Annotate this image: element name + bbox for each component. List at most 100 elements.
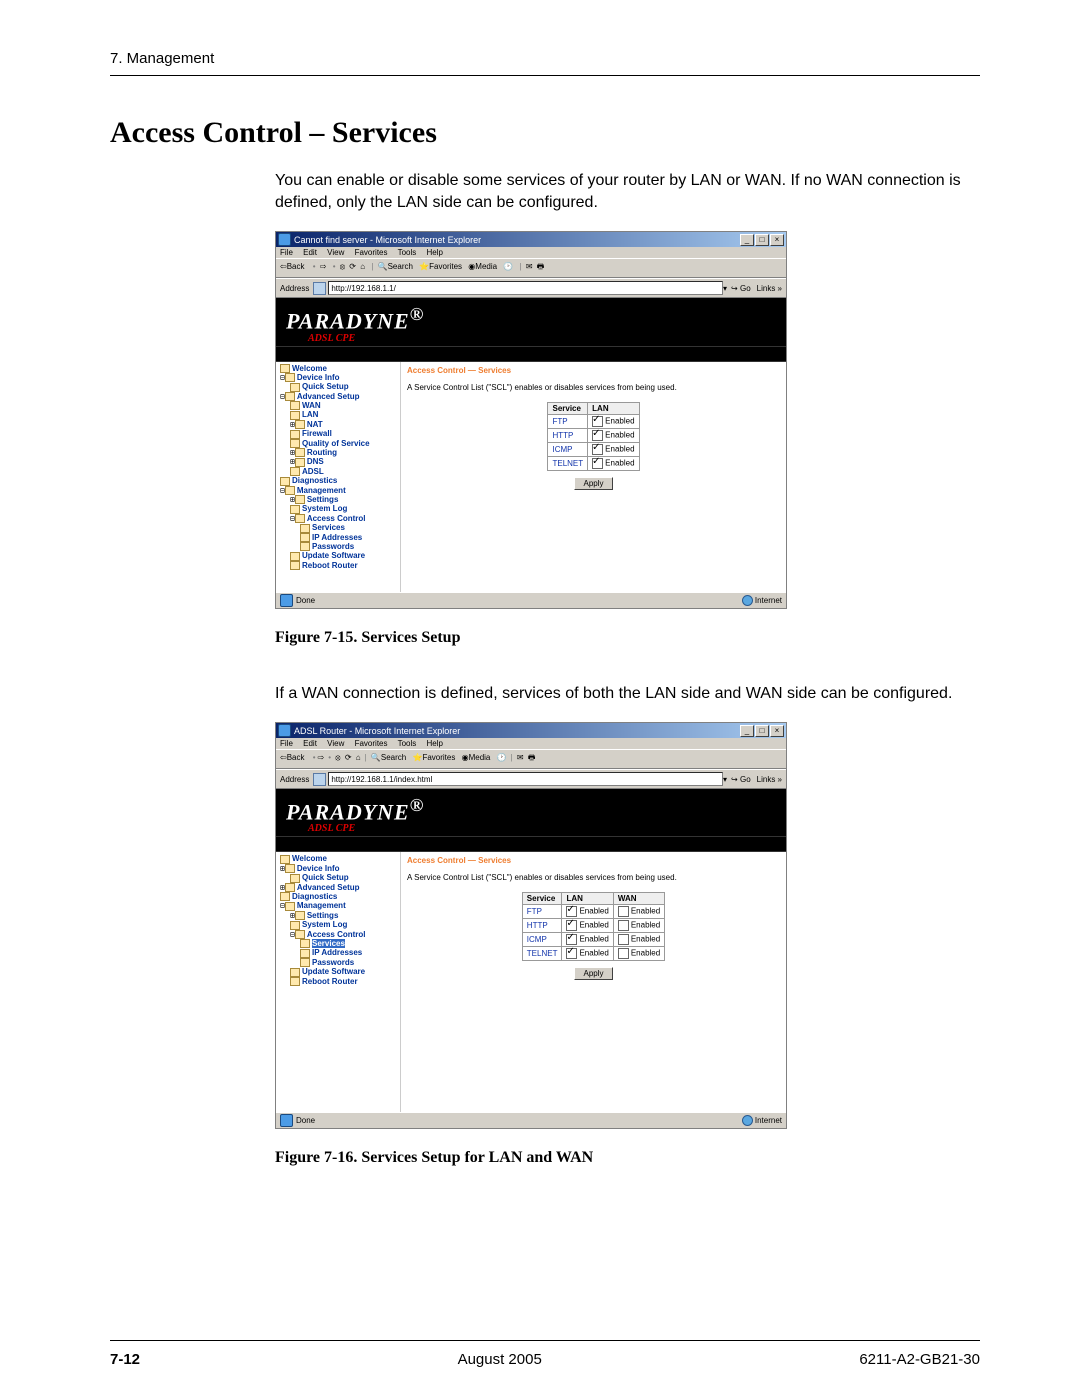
chk-telnet-lan[interactable] xyxy=(566,948,577,959)
nav-management[interactable]: Management xyxy=(297,486,346,495)
refresh-button[interactable]: ⟳ xyxy=(349,262,356,271)
media-button[interactable]: ◉Media xyxy=(462,753,493,762)
history-button[interactable]: 🕑 xyxy=(497,753,507,762)
nav-access-control[interactable]: Access Control xyxy=(307,930,366,939)
print-button[interactable]: 🖶 xyxy=(528,753,536,762)
chk-ftp-lan[interactable] xyxy=(592,416,603,427)
nav-management[interactable]: Management xyxy=(297,901,346,910)
chk-http-lan[interactable] xyxy=(592,430,603,441)
minimize-button[interactable]: _ xyxy=(740,725,754,737)
chk-http-wan[interactable] xyxy=(618,920,629,931)
menu-favorites[interactable]: Favorites xyxy=(355,739,388,748)
forward-button[interactable]: ⇨ xyxy=(320,262,327,271)
go-button[interactable]: ↪ Go xyxy=(731,284,751,293)
menu-edit[interactable]: Edit xyxy=(303,248,317,257)
nav-lan[interactable]: LAN xyxy=(302,410,318,419)
minimize-button[interactable]: _ xyxy=(740,234,754,246)
apply-button[interactable]: Apply xyxy=(574,477,612,490)
favorites-button[interactable]: ⭐Favorites xyxy=(419,262,464,271)
nav-dns[interactable]: DNS xyxy=(307,457,324,466)
menu-help[interactable]: Help xyxy=(427,248,443,257)
nav-passwords[interactable]: Passwords xyxy=(312,958,354,967)
apply-button[interactable]: Apply xyxy=(574,967,612,980)
menu-help[interactable]: Help xyxy=(427,739,443,748)
chk-http-lan[interactable] xyxy=(566,920,577,931)
nav-advanced[interactable]: Advanced Setup xyxy=(297,883,360,892)
nav-quick-setup[interactable]: Quick Setup xyxy=(302,382,349,391)
links-button[interactable]: Links » xyxy=(757,284,782,293)
close-button[interactable]: × xyxy=(770,725,784,737)
menu-view[interactable]: View xyxy=(327,248,344,257)
dropdown-icon[interactable]: ▾ xyxy=(723,284,727,293)
maximize-button[interactable]: □ xyxy=(755,725,769,737)
nav-services[interactable]: Services xyxy=(312,939,345,948)
nav-update-sw[interactable]: Update Software xyxy=(302,967,365,976)
nav-advanced[interactable]: Advanced Setup xyxy=(297,392,360,401)
history-button[interactable]: 🕑 xyxy=(503,262,513,271)
go-button[interactable]: ↪ Go xyxy=(731,775,751,784)
forward-button[interactable]: ⇨ xyxy=(318,753,325,762)
links-button[interactable]: Links » xyxy=(757,775,782,784)
back-button[interactable]: ⇦Back xyxy=(280,262,307,271)
mail-button[interactable]: ✉ xyxy=(517,753,524,762)
menu-file[interactable]: File xyxy=(280,248,293,257)
menu-tools[interactable]: Tools xyxy=(398,739,417,748)
dropdown-icon[interactable]: ▾ xyxy=(723,775,727,784)
chk-telnet-wan[interactable] xyxy=(618,948,629,959)
media-button[interactable]: ◉Media xyxy=(468,262,499,271)
nav-reboot[interactable]: Reboot Router xyxy=(302,561,358,570)
menu-favorites[interactable]: Favorites xyxy=(355,248,388,257)
menu-view[interactable]: View xyxy=(327,739,344,748)
nav-wan[interactable]: WAN xyxy=(302,401,321,410)
nav-diagnostics[interactable]: Diagnostics xyxy=(292,476,337,485)
nav-reboot[interactable]: Reboot Router xyxy=(302,977,358,986)
menubar[interactable]: File Edit View Favorites Tools Help xyxy=(276,247,786,258)
home-button[interactable]: ⌂ xyxy=(356,753,361,762)
nav-syslog[interactable]: System Log xyxy=(302,504,347,513)
home-button[interactable]: ⌂ xyxy=(360,262,365,271)
chk-icmp-lan[interactable] xyxy=(566,934,577,945)
nav-syslog[interactable]: System Log xyxy=(302,920,347,929)
chk-icmp-wan[interactable] xyxy=(618,934,629,945)
favorites-button[interactable]: ⭐Favorites xyxy=(412,753,457,762)
search-button[interactable]: 🔍Search xyxy=(371,753,408,762)
chk-ftp-wan[interactable] xyxy=(618,906,629,917)
nav-access-control[interactable]: Access Control xyxy=(307,514,366,523)
back-button[interactable]: ⇦Back xyxy=(280,753,307,762)
chk-ftp-lan[interactable] xyxy=(566,906,577,917)
menu-edit[interactable]: Edit xyxy=(303,739,317,748)
nav-device-info[interactable]: Device Info xyxy=(297,373,340,382)
menubar[interactable]: File Edit View Favorites Tools Help xyxy=(276,738,786,749)
nav-routing[interactable]: Routing xyxy=(307,448,337,457)
stop-button[interactable]: ⦻ xyxy=(340,262,345,271)
nav-settings[interactable]: Settings xyxy=(307,911,339,920)
nav-diagnostics[interactable]: Diagnostics xyxy=(292,892,337,901)
nav-services[interactable]: Services xyxy=(312,523,345,532)
nav-device-info[interactable]: Device Info xyxy=(297,864,340,873)
address-input[interactable] xyxy=(328,772,723,786)
refresh-button[interactable]: ⟳ xyxy=(345,753,352,762)
nav-passwords[interactable]: Passwords xyxy=(312,542,354,551)
nav-nat[interactable]: NAT xyxy=(307,420,323,429)
chk-icmp-lan[interactable] xyxy=(592,444,603,455)
menu-tools[interactable]: Tools xyxy=(398,248,417,257)
print-button[interactable]: 🖶 xyxy=(537,262,545,271)
close-button[interactable]: × xyxy=(770,234,784,246)
nav-welcome[interactable]: Welcome xyxy=(292,364,327,373)
maximize-button[interactable]: □ xyxy=(755,234,769,246)
nav-welcome[interactable]: Welcome xyxy=(292,854,327,863)
address-input[interactable] xyxy=(328,281,723,295)
nav-firewall[interactable]: Firewall xyxy=(302,429,332,438)
search-button[interactable]: 🔍Search xyxy=(378,262,415,271)
nav-quick-setup[interactable]: Quick Setup xyxy=(302,873,349,882)
nav-adsl[interactable]: ADSL xyxy=(302,467,324,476)
mail-button[interactable]: ✉ xyxy=(526,262,533,271)
nav-qos[interactable]: Quality of Service xyxy=(302,439,370,448)
chk-telnet-lan[interactable] xyxy=(592,458,603,469)
nav-settings[interactable]: Settings xyxy=(307,495,339,504)
nav-ip-addresses[interactable]: IP Addresses xyxy=(312,948,362,957)
menu-file[interactable]: File xyxy=(280,739,293,748)
nav-ip-addresses[interactable]: IP Addresses xyxy=(312,533,362,542)
stop-button[interactable]: ⦻ xyxy=(335,753,340,762)
nav-update-sw[interactable]: Update Software xyxy=(302,551,365,560)
